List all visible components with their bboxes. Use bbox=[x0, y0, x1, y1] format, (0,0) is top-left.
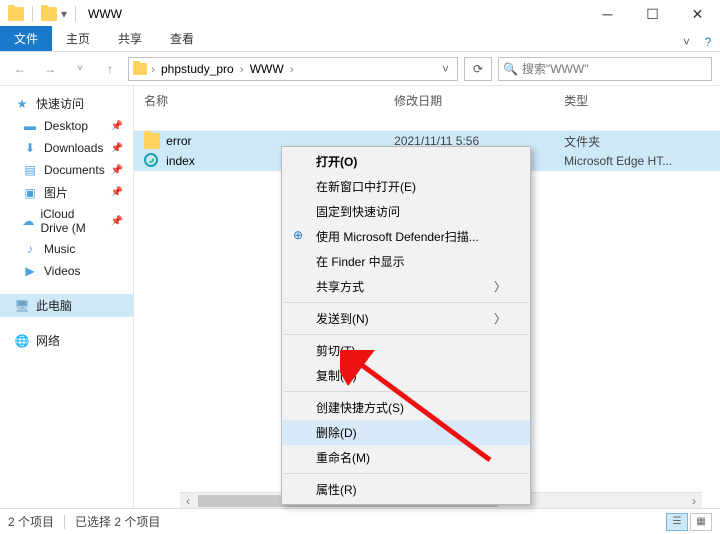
folder-small-icon bbox=[41, 7, 57, 21]
ribbon-collapse-icon[interactable]: ˅ bbox=[683, 35, 696, 51]
col-type[interactable]: 类型 bbox=[564, 92, 720, 126]
sidebar-item-desktop[interactable]: ▬Desktop📌 bbox=[0, 115, 133, 137]
breadcrumb[interactable]: phpstudy_pro bbox=[159, 62, 236, 76]
folder-icon bbox=[8, 7, 24, 21]
pin-icon: 📌 bbox=[111, 165, 123, 176]
menu-show-finder[interactable]: 在 Finder 中显示 bbox=[282, 249, 530, 274]
col-name[interactable]: 名称 bbox=[144, 92, 394, 126]
tab-share[interactable]: 共享 bbox=[104, 26, 156, 51]
menu-open[interactable]: 打开(O) bbox=[282, 149, 530, 174]
menu-pin-quick-access[interactable]: 固定到快速访问 bbox=[282, 199, 530, 224]
sidebar-item-videos[interactable]: ▶Videos bbox=[0, 260, 133, 282]
menu-send-to[interactable]: 发送到(N)〉 bbox=[282, 306, 530, 331]
window-title: WWW bbox=[88, 7, 122, 21]
tab-home[interactable]: 主页 bbox=[52, 26, 104, 51]
menu-share[interactable]: 共享方式〉 bbox=[282, 274, 530, 299]
sidebar-quick-access[interactable]: ★快速访问 bbox=[0, 92, 133, 115]
documents-icon: ▤ bbox=[22, 162, 38, 178]
status-count: 2 个项目 bbox=[8, 513, 54, 530]
star-icon: ★ bbox=[14, 96, 30, 112]
recent-button[interactable]: ˅ bbox=[68, 57, 92, 81]
address-row: ← → ˅ ↑ › phpstudy_pro › WWW › ˅ ⟳ 🔍 搜索"… bbox=[0, 52, 720, 86]
sidebar-item-documents[interactable]: ▤Documents📌 bbox=[0, 159, 133, 181]
tab-file[interactable]: 文件 bbox=[0, 26, 52, 51]
shield-icon: ⊕ bbox=[290, 227, 306, 243]
network-icon: 🌐 bbox=[14, 333, 30, 349]
address-bar[interactable]: › phpstudy_pro › WWW › ˅ bbox=[128, 57, 458, 81]
search-icon: 🔍 bbox=[503, 62, 518, 76]
chevron-right-icon: › bbox=[151, 62, 155, 76]
col-date[interactable]: 修改日期 bbox=[394, 92, 564, 126]
scroll-left-icon[interactable]: ‹ bbox=[180, 494, 196, 508]
pin-icon: 📌 bbox=[111, 187, 123, 198]
menu-defender-scan[interactable]: ⊕使用 Microsoft Defender扫描... bbox=[282, 224, 530, 249]
sidebar-item-music[interactable]: ♪Music bbox=[0, 238, 133, 260]
downloads-icon: ⬇ bbox=[22, 140, 38, 156]
search-input[interactable]: 🔍 搜索"WWW" bbox=[498, 57, 712, 81]
folder-icon bbox=[144, 133, 160, 149]
tab-view[interactable]: 查看 bbox=[156, 26, 208, 51]
menu-cut[interactable]: 剪切(T) bbox=[282, 338, 530, 363]
search-placeholder: 搜索"WWW" bbox=[522, 60, 589, 77]
title-bar: ▾ WWW ─ ☐ ✕ bbox=[0, 0, 720, 28]
pin-icon: 📌 bbox=[111, 143, 123, 154]
context-menu: 打开(O) 在新窗口中打开(E) 固定到快速访问 ⊕使用 Microsoft D… bbox=[281, 146, 531, 505]
breadcrumb[interactable]: WWW bbox=[248, 62, 286, 76]
menu-rename[interactable]: 重命名(M) bbox=[282, 445, 530, 470]
menu-copy[interactable]: 复制(C) bbox=[282, 363, 530, 388]
status-selected: 已选择 2 个项目 bbox=[75, 513, 160, 530]
desktop-icon: ▬ bbox=[22, 118, 38, 134]
cloud-icon: ☁ bbox=[22, 213, 34, 229]
menu-properties[interactable]: 属性(R) bbox=[282, 477, 530, 502]
chevron-right-icon: 〉 bbox=[494, 278, 506, 295]
maximize-button[interactable]: ☐ bbox=[630, 0, 675, 28]
pc-icon: 🖥 bbox=[14, 298, 30, 314]
quick-access-toolbar: ▾ bbox=[8, 6, 82, 22]
edge-icon bbox=[144, 153, 160, 169]
folder-icon bbox=[133, 63, 147, 75]
menu-divider bbox=[284, 473, 528, 474]
sidebar-item-downloads[interactable]: ⬇Downloads📌 bbox=[0, 137, 133, 159]
refresh-button[interactable]: ⟳ bbox=[464, 57, 492, 81]
close-button[interactable]: ✕ bbox=[675, 0, 720, 28]
videos-icon: ▶ bbox=[22, 263, 38, 279]
up-button[interactable]: ↑ bbox=[98, 57, 122, 81]
forward-button[interactable]: → bbox=[38, 57, 62, 81]
menu-divider bbox=[284, 391, 528, 392]
navigation-pane: ★快速访问 ▬Desktop📌 ⬇Downloads📌 ▤Documents📌 … bbox=[0, 86, 134, 518]
back-button[interactable]: ← bbox=[8, 57, 32, 81]
minimize-button[interactable]: ─ bbox=[585, 0, 630, 28]
menu-open-new-window[interactable]: 在新窗口中打开(E) bbox=[282, 174, 530, 199]
sidebar-this-pc[interactable]: 🖥此电脑 bbox=[0, 294, 133, 317]
sidebar-item-icloud[interactable]: ☁iCloud Drive (M📌 bbox=[0, 204, 133, 238]
help-button[interactable]: ? bbox=[696, 35, 720, 51]
menu-divider bbox=[284, 302, 528, 303]
column-headers[interactable]: 名称 修改日期 类型 大小 bbox=[134, 86, 720, 131]
menu-delete[interactable]: 删除(D) bbox=[282, 420, 530, 445]
sidebar-item-pictures[interactable]: ▣图片📌 bbox=[0, 181, 133, 204]
pin-icon: 📌 bbox=[111, 121, 123, 132]
qat-dropdown-icon[interactable]: ▾ bbox=[61, 7, 67, 21]
chevron-right-icon: › bbox=[240, 62, 244, 76]
view-details-button[interactable]: ☰ bbox=[666, 513, 688, 531]
menu-create-shortcut[interactable]: 创建快捷方式(S) bbox=[282, 395, 530, 420]
pictures-icon: ▣ bbox=[22, 185, 38, 201]
ribbon-tabs: 文件 主页 共享 查看 ˅ ? bbox=[0, 28, 720, 52]
status-bar: 2 个项目 已选择 2 个项目 ☰ ▦ bbox=[0, 508, 720, 534]
scroll-right-icon[interactable]: › bbox=[686, 494, 702, 508]
menu-divider bbox=[284, 334, 528, 335]
view-icons-button[interactable]: ▦ bbox=[690, 513, 712, 531]
chevron-right-icon: › bbox=[290, 62, 294, 76]
pin-icon: 📌 bbox=[111, 216, 123, 227]
sidebar-network[interactable]: 🌐网络 bbox=[0, 329, 133, 352]
music-icon: ♪ bbox=[22, 241, 38, 257]
chevron-right-icon: 〉 bbox=[494, 310, 506, 327]
address-dropdown-icon[interactable]: ˅ bbox=[438, 62, 453, 76]
